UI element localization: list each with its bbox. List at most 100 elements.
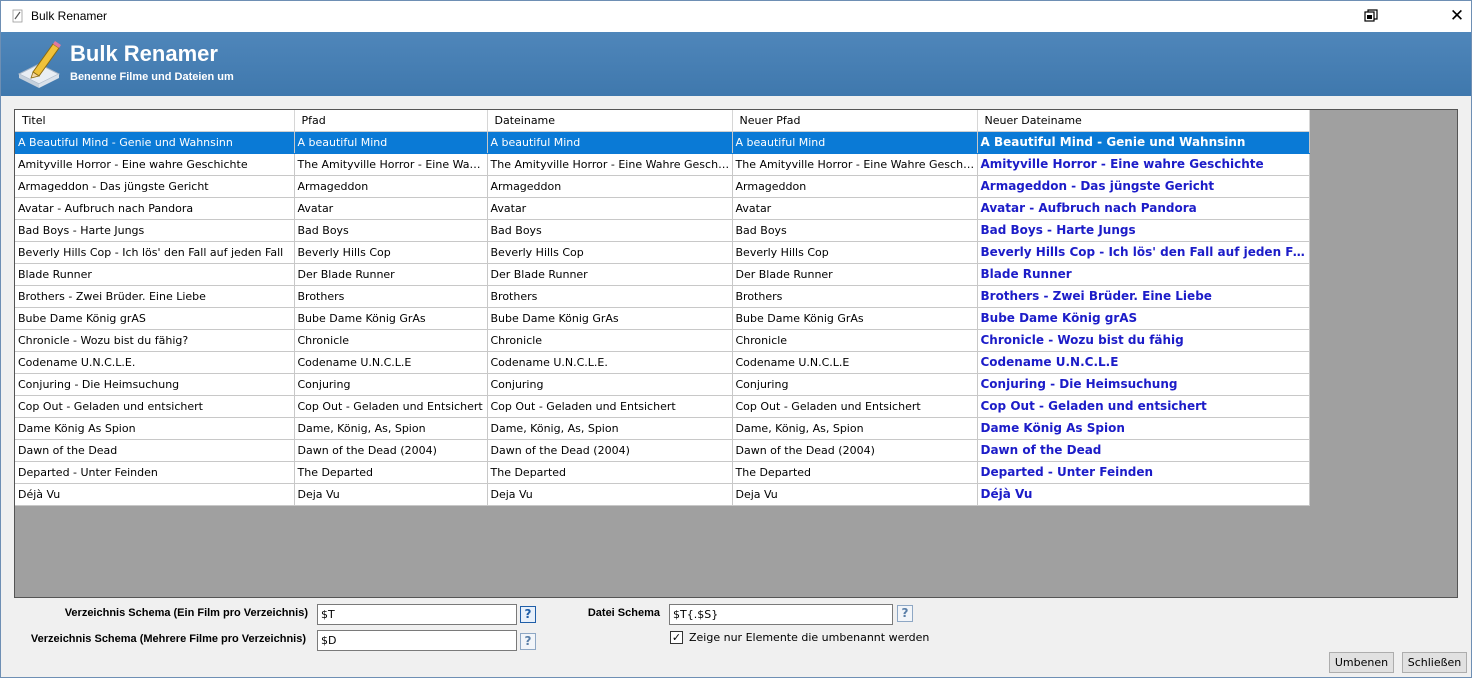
table-cell[interactable]: Avatar [732,197,978,220]
table-row[interactable]: Armageddon - Das jüngste Gericht Armagedd… [15,175,1310,198]
table-cell[interactable]: Deja Vu [294,483,488,506]
file-schema-help-icon[interactable]: ? [897,605,913,622]
table-cell[interactable]: Bad Boys [294,219,488,242]
table-cell[interactable]: The Amityville Horror - Eine Wahre Gesch… [732,153,978,176]
table-cell[interactable]: Cop Out - Geladen und entsichert [15,395,295,418]
table-cell[interactable]: Blade Runner [977,263,1310,286]
table-cell[interactable]: Cop Out - Geladen und Entsichert [487,395,733,418]
only-renamed-checkbox[interactable]: ✓ [670,631,683,644]
table-cell[interactable]: Dame König As Spion [977,417,1310,440]
table-cell[interactable]: The Departed [732,461,978,484]
table-cell[interactable]: Bad Boys - Harte Jungs [15,219,295,242]
dir-schema-single-input[interactable]: $T [317,604,517,625]
table-cell[interactable]: Bad Boys - Harte Jungs [977,219,1310,242]
table-cell[interactable]: Beverly Hills Cop [487,241,733,264]
table-cell[interactable]: Chronicle [732,329,978,352]
table-cell[interactable]: Armageddon [487,175,733,198]
table-cell[interactable]: Brothers [487,285,733,308]
table-cell[interactable]: Avatar [487,197,733,220]
table-row[interactable]: Dawn of the Dead Dawn of the Dead (2004) D… [15,439,1310,462]
table-cell[interactable]: A beautiful Mind [732,131,978,154]
table-cell[interactable]: Conjuring [487,373,733,396]
table-cell[interactable]: Dawn of the Dead (2004) [294,439,488,462]
table-cell[interactable]: Brothers [732,285,978,308]
close-button[interactable]: Schließen [1402,652,1467,673]
table-row[interactable]: Bube Dame König grAS Bube Dame König GrAs… [15,307,1310,330]
table-cell[interactable]: Deja Vu [487,483,733,506]
table-cell[interactable]: Beverly Hills Cop [732,241,978,264]
table-cell[interactable]: Codename U.N.C.L.E [294,351,488,374]
table-cell[interactable]: Bube Dame König grAS [15,307,295,330]
table-cell[interactable]: Armageddon [732,175,978,198]
table-cell[interactable]: A beautiful Mind [294,131,488,154]
table-cell[interactable]: Brothers [294,285,488,308]
table-row[interactable]: Codename U.N.C.L.E. Codename U.N.C.L.E Cod… [15,351,1310,374]
table-cell[interactable]: Der Blade Runner [294,263,488,286]
table-cell[interactable]: Cop Out - Geladen und entsichert [977,395,1310,418]
table-cell[interactable]: Dawn of the Dead (2004) [487,439,733,462]
table-row[interactable]: Beverly Hills Cop - Ich lös' den Fall au… [15,241,1310,264]
close-icon[interactable]: ✕ [1448,7,1466,25]
table-cell[interactable]: Cop Out - Geladen und Entsichert [732,395,978,418]
table-cell[interactable]: Codename U.N.C.L.E. [15,351,295,374]
table-cell[interactable]: Dawn of the Dead [15,439,295,462]
table-cell[interactable]: The Amityville Horror - Eine Wahre Gesch… [487,153,733,176]
table-cell[interactable]: Chronicle [294,329,488,352]
table-cell[interactable]: The Departed [294,461,488,484]
table-row[interactable]: Conjuring - Die Heimsuchung Conjuring Conj… [15,373,1310,396]
table-cell[interactable]: Codename U.N.C.L.E [977,351,1310,374]
restore-icon[interactable] [1364,9,1378,23]
table-cell[interactable]: Cop Out - Geladen und Entsichert [294,395,488,418]
column-header[interactable]: Pfad [294,110,488,132]
table-cell[interactable]: A Beautiful Mind - Genie und Wahnsinn [977,131,1310,154]
table-cell[interactable]: Bad Boys [732,219,978,242]
table-cell[interactable]: Deja Vu [732,483,978,506]
dir-schema-multi-help-icon[interactable]: ? [520,633,536,650]
table-cell[interactable]: Bube Dame König GrAs [294,307,488,330]
rename-grid[interactable]: Titel Pfad Dateiname Neuer Pfad Neuer Datein… [14,109,1458,598]
table-cell[interactable]: Der Blade Runner [732,263,978,286]
table-cell[interactable]: Conjuring - Die Heimsuchung [977,373,1310,396]
table-cell[interactable]: Conjuring [294,373,488,396]
table-cell[interactable]: Bube Dame König GrAs [487,307,733,330]
table-cell[interactable]: Chronicle - Wozu bist du fähig? [15,329,295,352]
table-cell[interactable]: Beverly Hills Cop - Ich lös' den Fall au… [977,241,1310,264]
table-cell[interactable]: Brothers - Zwei Brüder. Eine Liebe [977,285,1310,308]
table-cell[interactable]: Departed - Unter Feinden [977,461,1310,484]
table-cell[interactable]: Blade Runner [15,263,295,286]
table-cell[interactable]: Chronicle - Wozu bist du fähig [977,329,1310,352]
table-row[interactable]: Bad Boys - Harte Jungs Bad Boys Bad Boys Ba… [15,219,1310,242]
table-cell[interactable]: Codename U.N.C.L.E [732,351,978,374]
table-cell[interactable]: Beverly Hills Cop - Ich lös' den Fall au… [15,241,295,264]
table-cell[interactable]: Der Blade Runner [487,263,733,286]
dir-schema-single-help-icon[interactable]: ? [520,606,536,623]
table-row[interactable]: Cop Out - Geladen und entsichert Cop Out … [15,395,1310,418]
table-cell[interactable]: Amityville Horror - Eine wahre Geschicht… [977,153,1310,176]
table-cell[interactable]: Armageddon [294,175,488,198]
column-header[interactable]: Neuer Pfad [732,110,978,132]
table-cell[interactable]: The Amityville Horror - Eine Wahre Gesch… [294,153,488,176]
table-cell[interactable]: Chronicle [487,329,733,352]
table-cell[interactable]: Dame, König, As, Spion [294,417,488,440]
table-cell[interactable]: Brothers - Zwei Brüder. Eine Liebe [15,285,295,308]
table-cell[interactable]: Bube Dame König grAS [977,307,1310,330]
table-cell[interactable]: Bad Boys [487,219,733,242]
dir-schema-multi-input[interactable]: $D [317,630,517,651]
rename-button[interactable]: Umbenen [1329,652,1394,673]
table-cell[interactable]: Déjà Vu [977,483,1310,506]
table-cell[interactable]: Armageddon - Das jüngste Gericht [15,175,295,198]
file-schema-input[interactable]: $T{.$S} [669,604,893,625]
table-row[interactable]: Brothers - Zwei Brüder. Eine Liebe Brothe… [15,285,1310,308]
column-header[interactable]: Neuer Dateiname [977,110,1310,132]
table-cell[interactable]: Armageddon - Das jüngste Gericht [977,175,1310,198]
table-row[interactable]: Amityville Horror - Eine wahre Geschicht… [15,153,1310,176]
table-cell[interactable]: Déjà Vu [15,483,295,506]
table-row[interactable]: Chronicle - Wozu bist du fähig? Chronicle… [15,329,1310,352]
table-row[interactable]: Blade Runner Der Blade Runner Der Blade Ru… [15,263,1310,286]
table-cell[interactable]: Dame, König, As, Spion [732,417,978,440]
column-header[interactable]: Titel [15,110,295,132]
table-cell[interactable]: Avatar - Aufbruch nach Pandora [15,197,295,220]
table-row[interactable]: Departed - Unter Feinden The Departed The … [15,461,1310,484]
table-cell[interactable]: Dame König As Spion [15,417,295,440]
table-row[interactable]: A Beautiful Mind - Genie und Wahnsinn A b… [15,131,1310,154]
